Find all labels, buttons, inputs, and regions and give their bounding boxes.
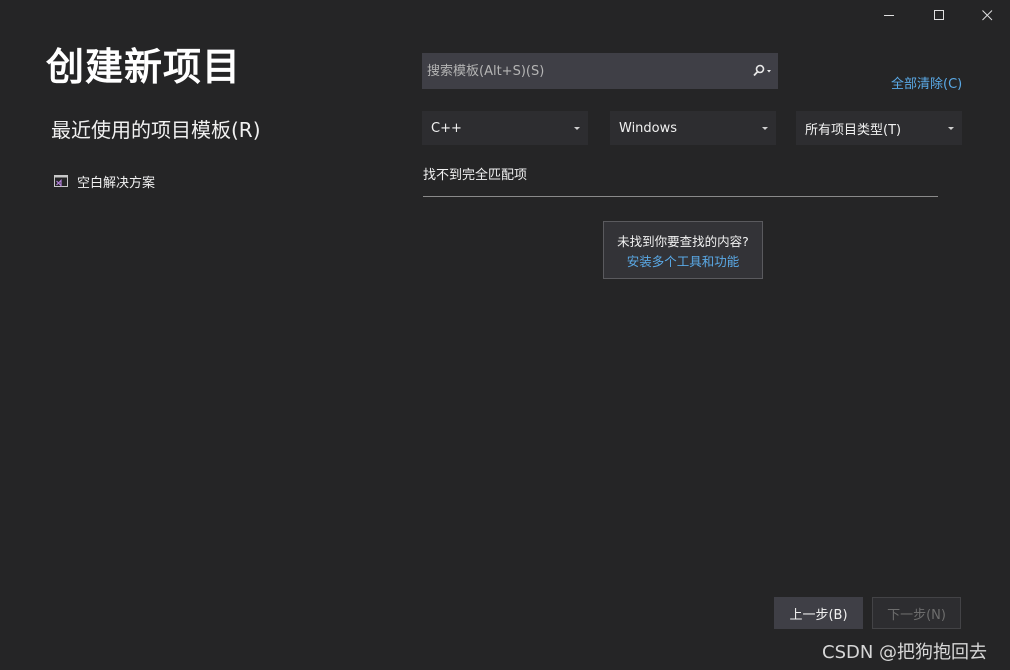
search-options-button[interactable] bbox=[746, 53, 778, 89]
maximize-button[interactable] bbox=[924, 3, 954, 27]
recent-templates-heading: 最近使用的项目模板(R) bbox=[51, 118, 261, 142]
install-tools-hint: 未找到你要查找的内容? 安装多个工具和功能 bbox=[603, 221, 763, 279]
language-filter-value: C++ bbox=[431, 120, 462, 136]
platform-filter-value: Windows bbox=[619, 120, 678, 136]
blank-solution-icon bbox=[54, 175, 68, 187]
install-tools-link[interactable]: 安装多个工具和功能 bbox=[604, 252, 762, 272]
no-match-message: 找不到完全匹配项 bbox=[423, 168, 528, 183]
recent-template-label: 空白解决方案 bbox=[77, 175, 156, 191]
close-icon bbox=[981, 9, 992, 20]
minimize-button[interactable] bbox=[874, 3, 904, 27]
language-filter[interactable]: C++ bbox=[422, 111, 588, 145]
next-button[interactable]: 下一步(N) bbox=[872, 597, 961, 629]
close-button[interactable] bbox=[972, 3, 1002, 27]
back-button[interactable]: 上一步(B) bbox=[774, 597, 863, 629]
page-title: 创建新项目 bbox=[46, 45, 242, 89]
minimize-icon bbox=[883, 14, 894, 16]
template-search bbox=[422, 53, 778, 89]
chevron-down-icon bbox=[948, 126, 954, 130]
platform-filter[interactable]: Windows bbox=[610, 111, 776, 145]
chevron-down-icon bbox=[574, 126, 580, 130]
recent-template-blank-solution[interactable]: 空白解决方案 bbox=[53, 170, 155, 192]
search-icon bbox=[753, 64, 771, 77]
project-type-filter-value: 所有项目类型(T) bbox=[805, 122, 902, 138]
maximize-icon bbox=[933, 9, 944, 20]
chevron-down-icon bbox=[762, 126, 768, 130]
hint-question: 未找到你要查找的内容? bbox=[617, 234, 749, 249]
project-type-filter[interactable]: 所有项目类型(T) bbox=[796, 111, 962, 145]
watermark-text: CSDN @把狗抱回去 bbox=[822, 642, 988, 663]
search-input[interactable] bbox=[422, 53, 746, 89]
clear-all-link[interactable]: 全部清除(C) bbox=[891, 73, 962, 92]
results-divider bbox=[423, 196, 938, 197]
